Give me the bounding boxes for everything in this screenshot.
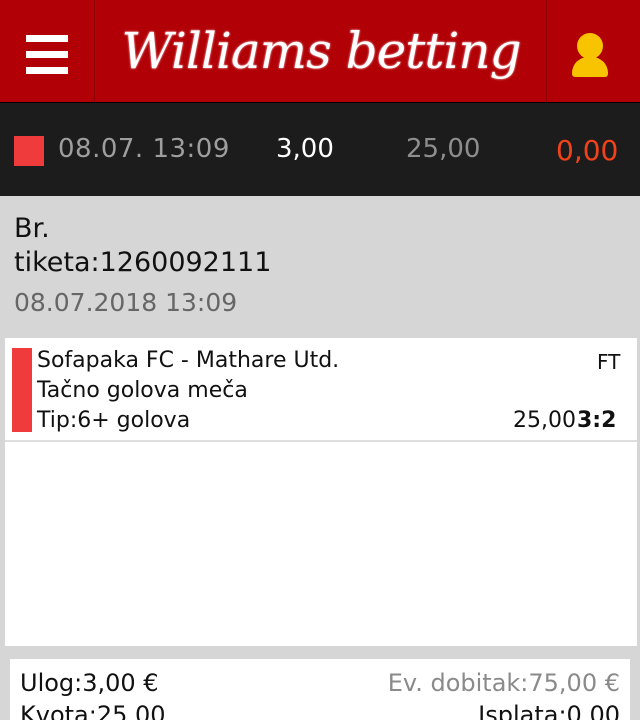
ticket-number: tiketa:1260092111: [14, 247, 272, 278]
bet-status-code: FT: [597, 350, 621, 374]
bet-list: Sofapaka FC - Mathare Utd. FT Tačno golo…: [5, 338, 637, 646]
bet-row[interactable]: Sofapaka FC - Mathare Utd. FT Tačno golo…: [5, 338, 637, 442]
ticket-date: 08.07. 13:09: [58, 134, 230, 164]
user-account-button[interactable]: [546, 0, 640, 102]
total-stake: Ulog:3,00 €: [20, 669, 159, 697]
brand-logo: Williams betting: [96, 0, 546, 102]
ticket-payout: 0,00: [556, 134, 619, 167]
bet-score: 3:2: [577, 408, 617, 433]
ticket-datetime: 08.07.2018 13:09: [14, 288, 238, 317]
ticket-odds: 25,00: [406, 134, 481, 164]
ticket-status-indicator: [14, 136, 44, 166]
total-odds: Kvota:25,00: [20, 701, 166, 720]
potential-win: Ev. dobitak:75,00 €: [387, 669, 620, 697]
ticket-stake: 3,00: [276, 134, 334, 164]
ticket-info: Br. tiketa:1260092111 08.07.2018 13:09: [14, 212, 271, 317]
ticket-summary-row[interactable]: 08.07. 13:09 3,00 25,00 0,00: [0, 102, 640, 196]
ticket-number-label: Br.: [14, 213, 50, 244]
ticket-totals: Ulog:3,00 € Ev. dobitak:75,00 € Kvota:25…: [10, 659, 630, 720]
bet-status-indicator: [12, 348, 32, 432]
bet-tip: Tip:6+ golova: [37, 408, 191, 433]
logo-text: Williams betting: [121, 22, 521, 80]
total-payout: Isplata:0,00: [478, 701, 620, 720]
menu-button[interactable]: [0, 0, 95, 102]
app-header: Williams betting: [0, 0, 640, 102]
bet-match: Sofapaka FC - Mathare Utd.: [37, 348, 340, 373]
bet-market: Tačno golova meča: [37, 378, 248, 403]
bet-odd: 25,00: [513, 408, 576, 433]
